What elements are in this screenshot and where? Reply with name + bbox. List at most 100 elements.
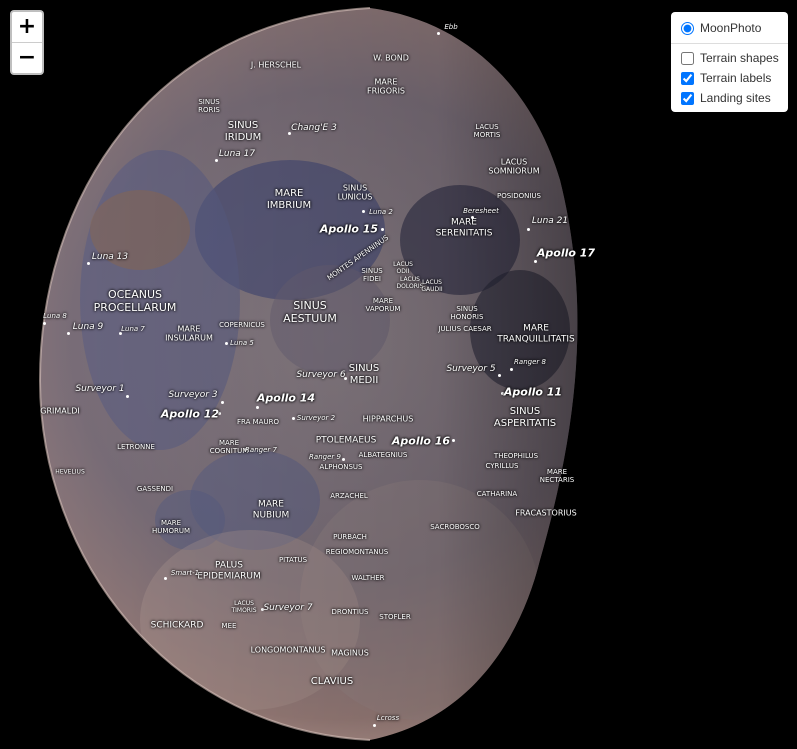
terrain-label-mare-tranquillitatis: MARE TRANQUILLITATIS [497, 323, 575, 344]
landing-site-label-luna-9: Luna 9 [72, 322, 104, 332]
landing-site-marker[interactable] [225, 342, 228, 345]
terrain-label-purbach: PURBACH [333, 532, 367, 541]
terrain-label-sinus-honoris: SINUS HONORIS [450, 304, 484, 321]
landing-site-label-smart-1: Smart-1 [170, 569, 200, 577]
terrain-label-lacus-doloris: LACUS DOLORIS [396, 275, 424, 290]
landing-site-marker[interactable] [67, 332, 70, 335]
landing-site-marker[interactable] [164, 577, 167, 580]
landing-site-marker[interactable] [510, 368, 513, 371]
terrain-label-mare-nubium: MARE NUBIUM [252, 499, 290, 520]
terrain-label-ptolemaeus: PTOLEMAEUS [315, 435, 377, 446]
landing-site-marker[interactable] [342, 458, 345, 461]
terrain-label-palus-epidemiarum: PALUS EPIDEMIARUM [197, 560, 261, 581]
landing-site-label-ranger-7: Ranger 7 [245, 446, 277, 454]
terrain-label-alphonsus: ALPHONSUS [319, 462, 363, 471]
terrain-label-lacus-somniorum: LACUS SOMNIORUM [488, 157, 540, 176]
landing-site-marker[interactable] [215, 159, 218, 162]
terrain-label-clavius: CLAVIUS [310, 676, 354, 688]
landing-site-marker[interactable] [471, 216, 474, 219]
landing-site-label-ebb: Ebb [444, 23, 458, 31]
landing-site-marker[interactable] [373, 724, 376, 727]
terrain-label-drontius: DRONTIUS [331, 607, 369, 616]
terrain-label-arzachel: ARZACHEL [330, 491, 368, 500]
terrain-label-lacus-odii: LACUS ODII [393, 260, 413, 275]
terrain-label-grimaldi: GRIMALDI [40, 406, 80, 416]
landing-site-marker[interactable] [87, 262, 90, 265]
terrain-label-theophilus: THEOPHILUS [493, 451, 539, 460]
terrain-label-walther: WALTHER [351, 573, 385, 582]
landing-site-marker[interactable] [452, 439, 455, 442]
landing-site-label-beresheet: Beresheet [463, 207, 499, 215]
landing-site-marker[interactable] [292, 417, 295, 420]
landing-site-marker[interactable] [498, 374, 501, 377]
zoom-in-button[interactable]: + [12, 12, 42, 42]
terrain-label-lacus-mortis: LACUS MORTIS [473, 122, 501, 139]
landing-site-marker[interactable] [221, 401, 224, 404]
landing-site-marker[interactable] [527, 228, 530, 231]
terrain-label-oceanus-procellarum: OCEANUS PROCELLARUM [93, 288, 177, 314]
terrain-label-julius-caesar: JULIUS CAESAR [438, 324, 492, 333]
terrain-label-schickard: SCHICKARD [150, 620, 204, 631]
terrain-label-posidonius: POSIDONIUS [496, 191, 542, 200]
landing-site-marker[interactable] [381, 228, 384, 231]
terrain-label-copernicus: COPERNICUS [219, 320, 265, 329]
moon-map[interactable] [0, 0, 797, 749]
landing-site-marker[interactable] [43, 322, 46, 325]
terrain-label-mare-serenitatis: MARE SERENITATIS [435, 217, 493, 238]
terrain-label-lacus-gaudii: LACUS GAUDII [421, 278, 443, 293]
layer-divider [671, 43, 788, 44]
terrain-label-catharina: CATHARINA [476, 489, 518, 498]
landing-site-marker[interactable] [437, 32, 440, 35]
landing-site-label-surveyor-7: Surveyor 7 [263, 603, 313, 613]
overlay-landing-sites[interactable]: Landing sites [671, 88, 788, 108]
terrain-label-sinus-fidei: SINUS FIDEI [361, 266, 383, 283]
terrain-label-sinus-medii: SINUS MEDII [348, 363, 380, 386]
landing-site-marker[interactable] [126, 395, 129, 398]
terrain-label-stofler: STOFLER [379, 612, 411, 621]
overlay-terrain-labels[interactable]: Terrain labels [671, 68, 788, 88]
terrain-label-w-bond: W. BOND [373, 53, 409, 63]
landing-site-label-ranger-8: Ranger 8 [514, 358, 546, 366]
moonphoto-radio[interactable] [681, 21, 694, 35]
layer-control: MoonPhoto Terrain shapes Terrain labels … [671, 12, 788, 112]
landing-site-label-surveyor-2: Surveyor 2 [296, 414, 336, 422]
terrain-label-pitatus: PITATUS [278, 555, 308, 564]
landing-site-label-surveyor-6: Surveyor 6 [296, 370, 346, 380]
terrain-label-mare-humorum: MARE HUMORUM [152, 518, 190, 535]
landing-site-label-lcross: Lcross [376, 714, 400, 722]
landing-sites-checkbox[interactable] [681, 91, 694, 105]
terrain-label-mare-imbrium: MARE IMBRIUM [266, 188, 312, 211]
terrain-label-lacus-timoris: LACUS TIMORIS [231, 599, 257, 614]
landing-site-label-luna-2: Luna 2 [369, 208, 393, 216]
landing-site-label-apollo-11: Apollo 11 [503, 385, 563, 399]
terrain-label-mare-cognitum: MARE COGNITUM [209, 438, 249, 455]
terrain-label-gassendi: GASSENDI [136, 484, 174, 493]
zoom-control: + − [10, 10, 44, 75]
base-layer-moonphoto[interactable]: MoonPhoto [671, 18, 788, 38]
landing-site-label-luna-8: Luna 8 [43, 312, 67, 320]
terrain-label-sinus-iridum: SINUS IRIDUM [224, 120, 262, 143]
overlay-terrain-shapes[interactable]: Terrain shapes [671, 48, 788, 68]
landing-site-label-ranger-9: Ranger 9 [309, 453, 341, 461]
terrain-label-sacrobosco: SACROBOSCO [430, 522, 480, 531]
landing-site-marker[interactable] [256, 406, 259, 409]
overlay-label: Terrain shapes [700, 51, 779, 65]
landing-site-marker[interactable] [362, 210, 365, 213]
terrain-label-letronne: LETRONNE [117, 442, 155, 451]
landing-site-label-luna-21: Luna 21 [531, 216, 569, 226]
landing-site-label-surveyor-1: Surveyor 1 [75, 384, 125, 394]
base-layer-label: MoonPhoto [700, 21, 762, 35]
terrain-label-longomontanus: LONGOMONTANUS [250, 645, 326, 655]
overlay-label: Terrain labels [700, 71, 772, 85]
landing-site-marker[interactable] [534, 260, 537, 263]
terrain-label-fra-mauro: FRA MAURO [237, 417, 279, 426]
zoom-out-button[interactable]: − [12, 42, 42, 73]
terrain-labels-checkbox[interactable] [681, 71, 694, 85]
terrain-shapes-checkbox[interactable] [681, 51, 694, 65]
landing-site-label-luna-17: Luna 17 [218, 149, 256, 159]
terrain-label-j-herschel: J. HERSCHEL [250, 60, 302, 70]
moon-photo-layer [38, 7, 578, 741]
terrain-label-fracastorius: FRACASTORIUS [515, 508, 577, 518]
terrain-label-regiomontanus: REGIOMONTANUS [325, 547, 389, 556]
terrain-label-mare-vaporum: MARE VAPORUM [365, 296, 401, 313]
